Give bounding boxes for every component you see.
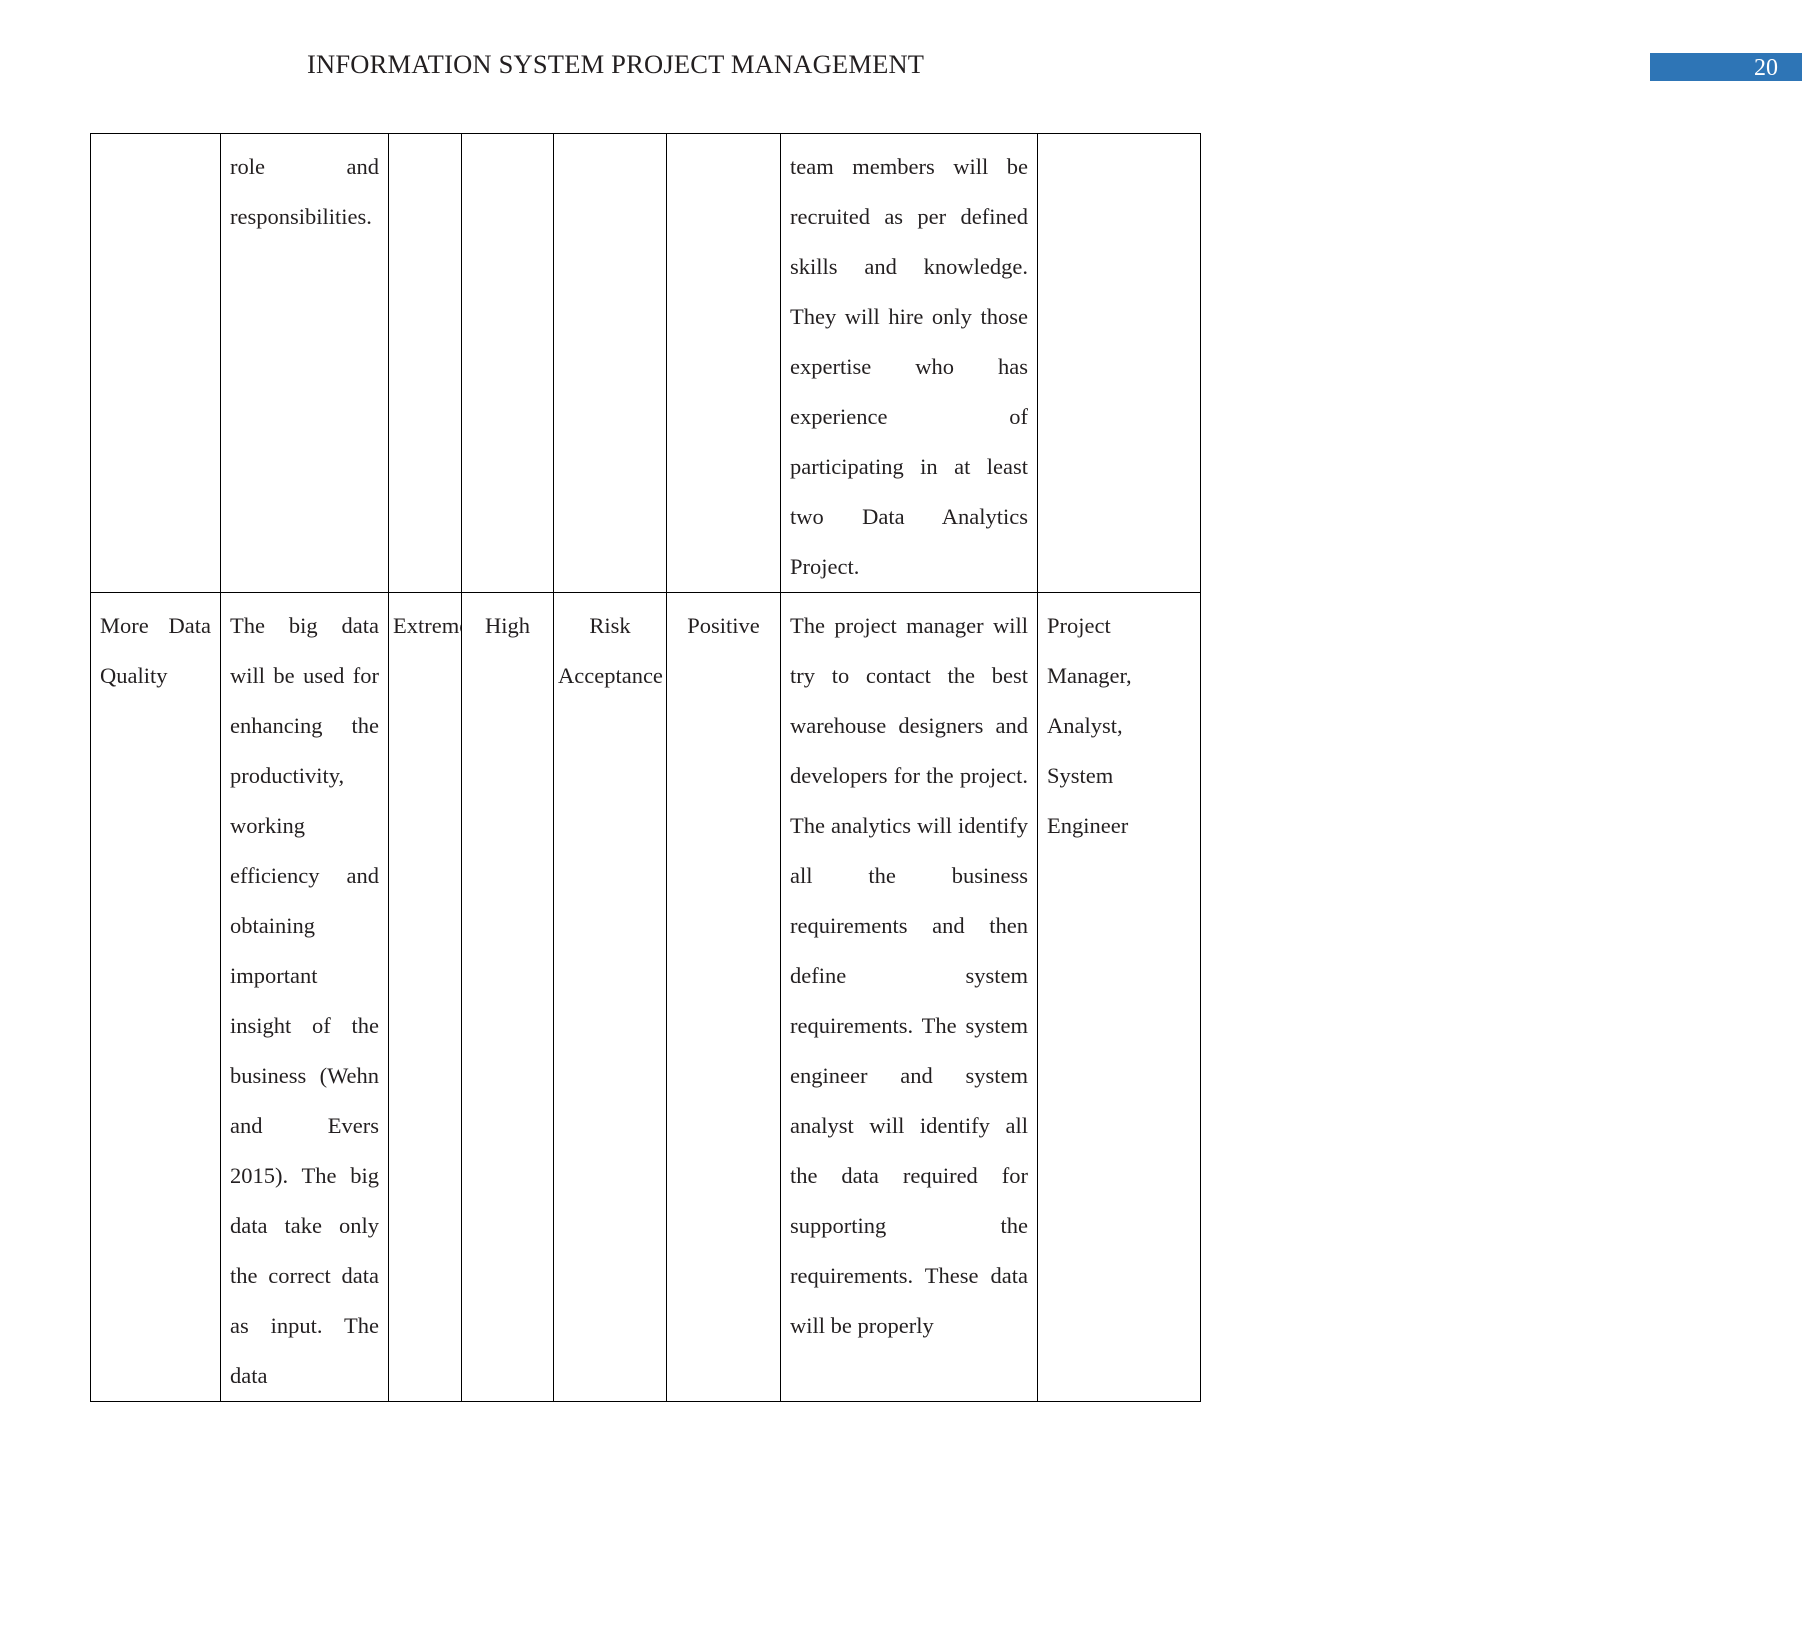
cell-impact: [388, 133, 462, 593]
cell-impact: Extreme: [388, 592, 462, 1402]
risk-register-table: role and responsibilities. team members …: [90, 133, 1201, 1402]
cell-owner: [1037, 133, 1201, 593]
cell-text: Positive: [687, 613, 760, 638]
cell-risk-type: [666, 133, 781, 593]
cell-text: Risk Acceptance: [558, 613, 663, 688]
cell-text: Project Manager, Analyst, System Enginee…: [1047, 613, 1132, 838]
cell-text: The project manager will try to contact …: [790, 613, 1028, 1338]
cell-text: Extreme: [393, 613, 461, 638]
cell-risk-name: More Data Quality: [90, 592, 221, 1402]
cell-response-strategy: Risk Acceptance: [553, 592, 667, 1402]
page-header: INFORMATION SYSTEM PROJECT MANAGEMENT 20: [0, 0, 1802, 100]
cell-owner: Project Manager, Analyst, System Enginee…: [1037, 592, 1201, 1402]
cell-description: role and responsibilities.: [220, 133, 389, 593]
cell-text: High: [485, 613, 530, 638]
page-title: INFORMATION SYSTEM PROJECT MANAGEMENT: [307, 49, 925, 79]
cell-text: team members will be recruited as per de…: [790, 154, 1028, 579]
table-row: More Data Quality The big data will be u…: [90, 592, 1201, 1402]
cell-probability: High: [461, 592, 554, 1402]
cell-mitigation-plan: The project manager will try to contact …: [780, 592, 1038, 1402]
cell-text: [389, 134, 461, 142]
cell-text: [1038, 134, 1200, 142]
cell-text: [91, 134, 220, 142]
cell-mitigation-plan: team members will be recruited as per de…: [780, 133, 1038, 593]
cell-response-strategy: [553, 133, 667, 593]
cell-description: The big data will be used for enhancing …: [220, 592, 389, 1402]
table-row: role and responsibilities. team members …: [90, 133, 1201, 593]
page-number-badge: 20: [1650, 53, 1802, 81]
page-number-label: 20: [1754, 55, 1778, 81]
cell-risk-type: Positive: [666, 592, 781, 1402]
cell-text: [554, 134, 666, 142]
cell-risk-name: [90, 133, 221, 593]
cell-probability: [461, 133, 554, 593]
cell-text: More Data Quality: [100, 613, 211, 688]
cell-text: [667, 134, 780, 142]
cell-text: The big data will be used for enhancing …: [230, 613, 379, 1388]
cell-text: [462, 134, 553, 142]
cell-text: role and responsibilities.: [230, 154, 379, 229]
